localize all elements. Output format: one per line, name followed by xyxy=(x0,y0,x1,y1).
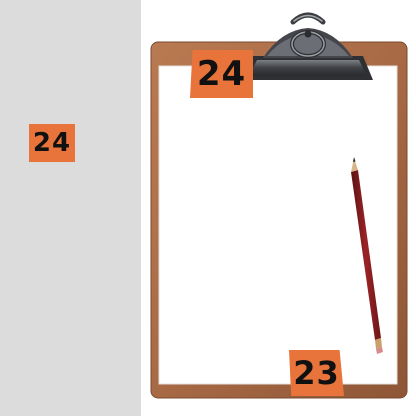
clipboard-icon xyxy=(150,12,408,399)
number-tag-left: 24 xyxy=(29,124,75,162)
left-panel xyxy=(0,0,141,416)
number-tag-bottom: 23 xyxy=(289,350,344,396)
number-tag-top: 24 xyxy=(190,50,253,98)
